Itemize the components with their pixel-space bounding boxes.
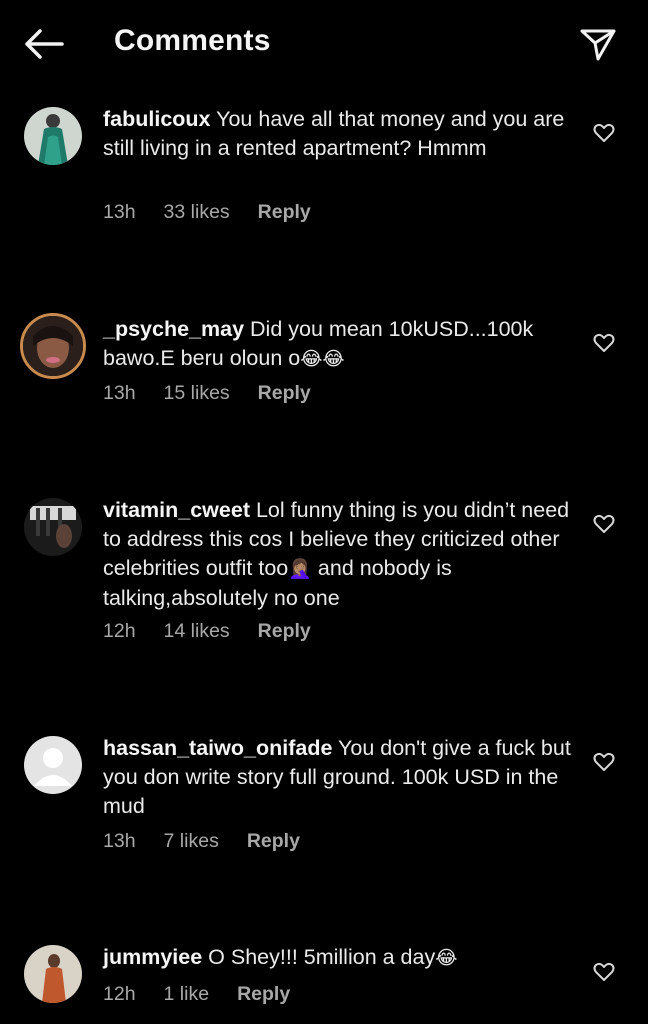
comment-emoji: 🤦🏽‍♀️ xyxy=(288,559,312,580)
comment-username[interactable]: _psyche_may xyxy=(103,317,244,341)
comment-time: 13h xyxy=(103,382,136,404)
reply-button[interactable]: Reply xyxy=(258,201,311,224)
comment-likes[interactable]: 15 likes xyxy=(164,382,230,405)
reply-button[interactable]: Reply xyxy=(258,382,311,405)
header-bar: Comments xyxy=(0,0,648,90)
comment-meta: 12h 1 like Reply xyxy=(103,983,318,1006)
comment-username[interactable]: vitamin_cweet xyxy=(103,498,250,522)
heart-icon[interactable] xyxy=(593,752,615,772)
reply-button[interactable]: Reply xyxy=(247,830,300,853)
comment-emoji: 😂😂 xyxy=(300,349,345,370)
reply-button[interactable]: Reply xyxy=(258,620,311,643)
avatar[interactable] xyxy=(24,107,82,165)
comment-likes[interactable]: 14 likes xyxy=(164,620,230,643)
comment-text: fabulicoux You have all that money and y… xyxy=(103,105,573,163)
comment-time: 12h xyxy=(103,620,136,642)
comment-emoji: 😂 xyxy=(435,948,458,969)
comment-meta: 13h 7 likes Reply xyxy=(103,830,328,853)
back-arrow-icon[interactable] xyxy=(22,26,66,62)
avatar[interactable] xyxy=(24,498,82,556)
comment-meta: 13h 15 likes Reply xyxy=(103,382,339,405)
heart-icon[interactable] xyxy=(593,514,615,534)
comment-text: _psyche_may Did you mean 10kUSD...100k b… xyxy=(103,315,573,374)
comment-likes[interactable]: 33 likes xyxy=(164,201,230,224)
comment-text: jummyiee O Shey!!! 5million a day😂 xyxy=(103,943,573,973)
comment-message: O Shey!!! 5million a day xyxy=(208,945,436,969)
comment-likes[interactable]: 7 likes xyxy=(164,830,219,853)
comment-meta: 12h 14 likes Reply xyxy=(103,620,339,643)
send-icon[interactable] xyxy=(578,26,618,62)
comment-text: vitamin_cweet Lol funny thing is you did… xyxy=(103,496,573,613)
comment-time: 13h xyxy=(103,201,136,223)
comment-likes[interactable]: 1 like xyxy=(164,983,210,1006)
comment-text: hassan_taiwo_onifade You don't give a fu… xyxy=(103,734,578,821)
comment-time: 13h xyxy=(103,830,136,852)
comment-username[interactable]: jummyiee xyxy=(103,945,202,969)
heart-icon[interactable] xyxy=(593,962,615,982)
heart-icon[interactable] xyxy=(593,123,615,143)
avatar[interactable] xyxy=(24,945,82,1003)
heart-icon[interactable] xyxy=(593,333,615,353)
comment-username[interactable]: fabulicoux xyxy=(103,107,211,131)
avatar[interactable] xyxy=(24,736,82,794)
comment-username[interactable]: hassan_taiwo_onifade xyxy=(103,736,332,760)
comment-time: 12h xyxy=(103,983,136,1005)
comment-meta: 13h 33 likes Reply xyxy=(103,201,339,224)
avatar[interactable] xyxy=(20,313,86,379)
reply-button[interactable]: Reply xyxy=(237,983,290,1006)
page-title: Comments xyxy=(114,24,271,57)
